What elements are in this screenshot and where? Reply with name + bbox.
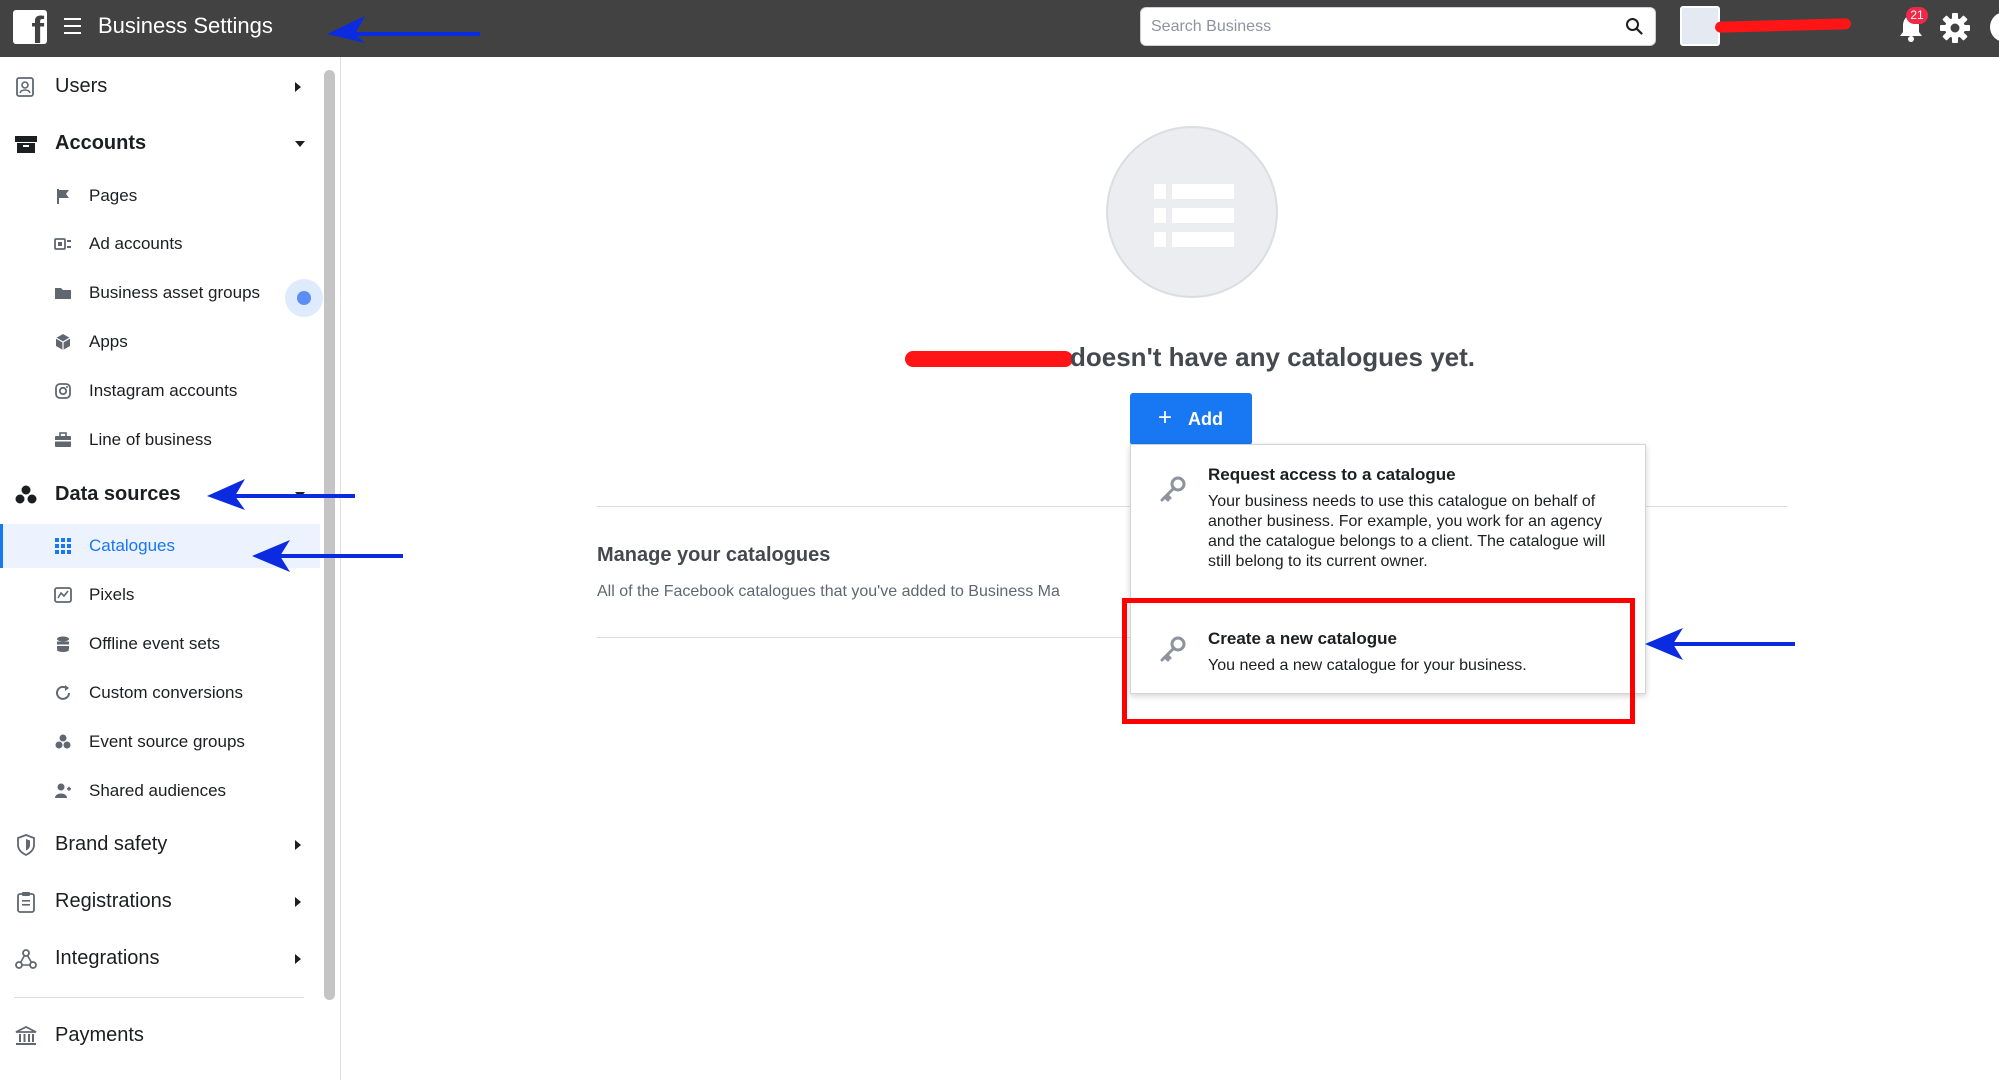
flag-icon xyxy=(57,189,69,204)
sidebar-item-instagram-accounts[interactable]: Instagram accounts xyxy=(0,369,320,413)
option-title: Request access to a catalogue xyxy=(1208,465,1456,484)
sidebar-separator xyxy=(14,997,304,998)
sidebar-section-integrations[interactable]: Integrations xyxy=(0,936,320,980)
empty-state-message: doesn't have any catalogues yet. xyxy=(1070,342,1475,372)
sidebar-item-catalogues[interactable]: Catalogues xyxy=(0,524,320,568)
search-box[interactable] xyxy=(1140,7,1656,46)
sidebar-item-label: Event source groups xyxy=(89,732,245,751)
pixel-icon xyxy=(54,587,72,603)
sidebar-section-brand-safety[interactable]: Brand safety xyxy=(0,822,320,866)
sidebar-section-label: Brand safety xyxy=(55,833,168,855)
sidebar-item-label: Shared audiences xyxy=(89,781,227,800)
sidebar-section-label: Registrations xyxy=(55,890,172,912)
sidebar-item-ad-accounts[interactable]: Ad accounts xyxy=(0,222,320,266)
sidebar-item-label: Ad accounts xyxy=(89,234,183,253)
sidebar-item-label: Apps xyxy=(89,332,128,351)
chevron-down-icon xyxy=(295,141,305,147)
manage-catalogues-title: Manage your catalogues xyxy=(597,544,831,566)
search-icon[interactable] xyxy=(1625,17,1643,35)
event-groups-icon xyxy=(55,734,71,749)
sidebar-item-custom-conversions[interactable]: Custom conversions xyxy=(0,671,320,715)
add-catalogue-button[interactable]: + Add xyxy=(1130,393,1252,445)
refresh-icon xyxy=(56,685,70,700)
sidebar-section-label: Payments xyxy=(55,1024,144,1046)
briefcase-icon xyxy=(15,136,37,153)
sidebar-section-label: Users xyxy=(55,75,108,97)
bank-icon xyxy=(15,1025,37,1045)
chevron-right-icon xyxy=(295,840,301,850)
chevron-right-icon xyxy=(295,82,301,92)
sidebar-section-payments[interactable]: Payments xyxy=(0,1013,320,1057)
gear-icon[interactable] xyxy=(1939,12,1971,44)
sidebar-item-label: Catalogues xyxy=(89,536,176,555)
sidebar-section-registrations[interactable]: Registrations xyxy=(0,879,320,923)
sidebar-section-label: Accounts xyxy=(55,132,147,154)
manage-catalogues-description: All of the Facebook catalogues that you'… xyxy=(597,583,1060,600)
instagram-icon xyxy=(55,383,71,399)
chevron-right-icon xyxy=(295,954,301,964)
sidebar-item-label: Custom conversions xyxy=(89,683,244,702)
redacted-business-name xyxy=(1714,18,1852,33)
top-bar: f Business Settings 21 xyxy=(0,0,1999,57)
briefcase-line-icon xyxy=(55,432,71,447)
sidebar-section-label: Data sources xyxy=(55,483,181,505)
sidebar-section-users[interactable]: Users xyxy=(0,64,320,108)
sidebar-section-data-sources[interactable]: Data sources xyxy=(0,472,320,516)
chevron-right-icon xyxy=(295,897,301,907)
annotation-arrow-create xyxy=(1645,628,1795,660)
sidebar-section-accounts[interactable]: Accounts xyxy=(0,121,320,165)
ad-account-icon xyxy=(54,238,71,250)
users-icon xyxy=(16,77,34,97)
folder-icon xyxy=(55,288,71,299)
option-description: Your business needs to use this catalogu… xyxy=(1208,493,1606,570)
sidebar-item-label: Business asset groups xyxy=(89,283,261,302)
sidebar-item-label: Instagram accounts xyxy=(89,381,238,400)
sidebar-item-apps[interactable]: Apps xyxy=(0,320,320,364)
data-sources-icon xyxy=(15,485,37,504)
integrations-icon xyxy=(15,949,37,969)
sidebar-item-event-source-groups[interactable]: Event source groups xyxy=(0,720,320,764)
database-icon xyxy=(57,636,69,652)
hamburger-menu-icon[interactable] xyxy=(64,18,81,34)
shield-icon xyxy=(17,834,35,857)
sidebar-item-label: Offline event sets xyxy=(89,634,221,653)
sidebar-item-business-asset-groups[interactable]: Business asset groups xyxy=(0,271,320,315)
sidebar-item-label: Line of business xyxy=(89,430,212,449)
new-feature-indicator[interactable] xyxy=(285,279,323,317)
chevron-down-icon xyxy=(295,492,305,498)
sidebar-item-pixels[interactable]: Pixels xyxy=(0,573,320,617)
account-menu-icon[interactable] xyxy=(1990,12,1999,42)
key-icon xyxy=(1160,476,1186,502)
search-input[interactable] xyxy=(1151,16,1611,38)
grid-icon xyxy=(55,538,71,554)
app-title: Business Settings xyxy=(98,13,273,38)
catalogue-list-illustration xyxy=(1106,126,1278,298)
plus-icon: + xyxy=(1158,404,1173,431)
sidebar-item-pages[interactable]: Pages xyxy=(0,174,320,218)
request-access-option[interactable]: Request access to a catalogue Your busin… xyxy=(1131,445,1647,597)
sidebar-section-label: Integrations xyxy=(55,947,160,969)
notification-badge: 21 xyxy=(1906,7,1928,24)
sidebar-scrollbar[interactable] xyxy=(324,70,335,1000)
divider xyxy=(597,637,1137,638)
shared-audience-icon xyxy=(55,783,71,798)
clipboard-icon xyxy=(17,892,35,913)
sidebar-divider xyxy=(340,57,341,1080)
sidebar-item-line-of-business[interactable]: Line of business xyxy=(0,418,320,462)
sidebar-item-shared-audiences[interactable]: Shared audiences xyxy=(0,769,320,813)
sidebar-item-offline-event-sets[interactable]: Offline event sets xyxy=(0,622,320,666)
facebook-logo-icon[interactable]: f xyxy=(13,10,47,44)
sidebar-item-label: Pixels xyxy=(89,585,135,604)
highlight-box xyxy=(1122,598,1635,724)
cube-icon xyxy=(55,334,71,350)
redacted-business-name xyxy=(905,351,1073,367)
add-button-label: Add xyxy=(1188,409,1223,429)
sidebar-item-label: Pages xyxy=(89,186,138,205)
